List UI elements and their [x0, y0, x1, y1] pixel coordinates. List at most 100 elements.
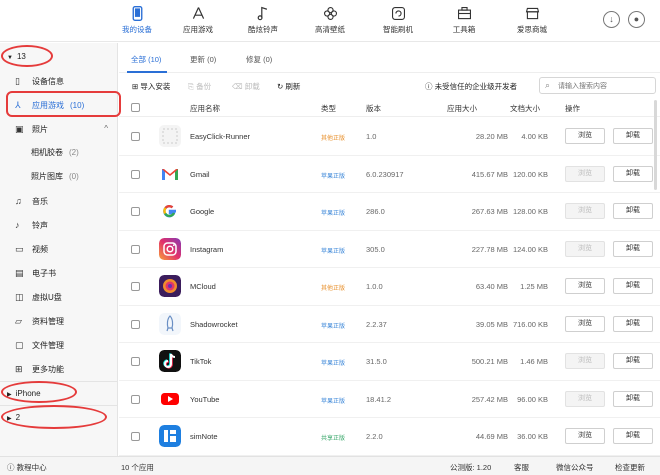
version-label: 公测版: 1.20: [450, 463, 492, 472]
row-checkbox[interactable]: [131, 244, 140, 254]
tutorial-link[interactable]: ⓘ 教程中心: [7, 462, 47, 473]
sidebar-item-data-mgmt[interactable]: ▱ 资料管理: [0, 309, 118, 333]
tabs: 全部 (10) 更新 (0) 修复 (0): [119, 43, 660, 73]
check-update-link[interactable]: 检查更新: [615, 462, 645, 473]
uninstall-button[interactable]: 卸载: [613, 128, 653, 144]
nav-apps[interactable]: 应用游戏: [168, 5, 228, 35]
sidebar-item-photos[interactable]: ▣ 照片 ^: [0, 117, 118, 141]
scrollbar[interactable]: [654, 100, 657, 190]
uninstall-button[interactable]: 卸载: [613, 165, 653, 182]
uninstall-button[interactable]: 卸载: [613, 428, 653, 444]
sidebar-item-camera-roll[interactable]: 相机胶卷 (2): [0, 141, 118, 165]
browse-button[interactable]: 浏览: [565, 315, 605, 332]
row-checkbox[interactable]: [131, 169, 140, 179]
row-checkbox[interactable]: [131, 319, 140, 329]
sidebar-item-music[interactable]: ♫ 音乐: [0, 189, 118, 213]
wechat-link[interactable]: 微信公众号: [556, 462, 594, 473]
table-row[interactable]: simNote 共享正版 2.2.0 44.69 MB 36.00 KB 浏览 卸载: [119, 418, 660, 456]
row-checkbox[interactable]: [131, 207, 140, 216]
app-version: 2.2.0: [366, 432, 383, 441]
untrusted-dev-link[interactable]: ⓘ 未受信任的企业级开发者: [425, 81, 517, 92]
sidebar-item-video[interactable]: ▭ 视频: [0, 237, 118, 261]
search-box[interactable]: ⌕: [539, 77, 656, 94]
col-app-size[interactable]: 应用大小: [447, 103, 477, 114]
device-second[interactable]: ▶ 2: [0, 405, 118, 429]
table-row[interactable]: EasyClick-Runner 其他正版 1.0 28.20 MB 4.00 KB 浏览…: [119, 118, 660, 156]
sidebar-item-udisk[interactable]: ◫ 虚拟U盘: [0, 285, 118, 309]
uninstall-all-button[interactable]: ⌫ 卸载: [232, 81, 260, 92]
uninstall-button[interactable]: 卸载: [613, 353, 653, 369]
browse-button[interactable]: 浏览: [565, 278, 605, 294]
uninstall-button[interactable]: 卸载: [613, 240, 653, 257]
nav-flash[interactable]: 智能刷机: [368, 5, 428, 35]
col-type[interactable]: 类型: [321, 103, 336, 114]
table-row[interactable]: MCloud 其他正版 1.0.0 63.40 MB 1.25 MB 浏览 卸载: [119, 268, 660, 306]
app-name: TikTok: [190, 357, 212, 366]
nav-ringtones[interactable]: 酷炫铃声: [233, 5, 293, 35]
search-input[interactable]: [558, 80, 652, 92]
download-icon[interactable]: ↓: [603, 11, 620, 28]
backup-button[interactable]: ⎘ 备份: [188, 81, 211, 92]
table-row[interactable]: Shadowrocket 苹果正版 2.2.37 39.05 MB 716.00 KB 浏…: [119, 306, 660, 343]
nav-label: 我的设备: [122, 25, 152, 34]
row-checkbox[interactable]: [131, 357, 140, 366]
nav-wallpapers[interactable]: 高清壁纸: [300, 5, 360, 35]
browse-button[interactable]: 浏览: [565, 240, 605, 257]
sidebar-item-ebooks[interactable]: ▤ 电子书: [0, 261, 118, 285]
nav-toolbox[interactable]: 工具箱: [434, 5, 494, 35]
app-type-badge: 共享正版: [321, 436, 346, 442]
device-iphone[interactable]: ▶ iPhone: [0, 381, 118, 405]
row-checkbox[interactable]: [131, 132, 140, 141]
sidebar: ▼ 13 ▯ 设备信息 ⅄ 应用游戏 (10) ▣ 照片 ^ 相机胶卷 (2) 照片图库 (0…: [0, 43, 118, 456]
tab-all[interactable]: 全部 (10): [131, 54, 161, 65]
uninstall-button[interactable]: 卸载: [613, 278, 653, 294]
sidebar-item-apps[interactable]: ⅄ 应用游戏 (10): [0, 93, 118, 117]
import-button[interactable]: ⊞ 导入安装: [132, 81, 170, 92]
nav-store[interactable]: 爱思商城: [502, 5, 562, 35]
uninstall-button[interactable]: 卸载: [613, 203, 653, 219]
table-row[interactable]: Instagram 苹果正版 305.0 227.78 MB 124.00 KB 浏览 卸载: [119, 231, 660, 268]
col-name[interactable]: 应用名称: [190, 103, 220, 114]
app-store-icon: [192, 7, 204, 19]
row-checkbox[interactable]: [131, 394, 140, 404]
table-row[interactable]: TikTok 苹果正版 31.5.0 500.21 MB 1.46 MB 浏览 卸载: [119, 343, 660, 381]
sidebar-item-device-info[interactable]: ▯ 设备信息: [0, 69, 118, 93]
app-size: 267.63 MB: [471, 207, 508, 216]
service-link[interactable]: 客服: [514, 462, 529, 473]
row-checkbox[interactable]: [131, 432, 140, 441]
app-type-badge: 苹果正版: [321, 173, 346, 180]
uninstall-button[interactable]: 卸载: [613, 315, 653, 332]
user-icon[interactable]: ●: [628, 11, 645, 28]
doc-size: 36.00 KB: [517, 432, 548, 441]
refresh-button[interactable]: ↻ 刷新: [277, 81, 300, 92]
browse-button[interactable]: 浏览: [565, 428, 605, 444]
browse-button[interactable]: 浏览: [565, 390, 605, 407]
app-version: 31.5.0: [366, 357, 387, 366]
sidebar-item-ringtones[interactable]: ♪ 铃声: [0, 213, 118, 237]
sidebar-item-file-mgmt[interactable]: ▢ 文件管理: [0, 333, 118, 357]
select-all-checkbox[interactable]: [131, 103, 140, 112]
app-size: 39.05 MB: [475, 319, 508, 329]
bell-icon: ♪: [15, 220, 20, 230]
browse-button[interactable]: 浏览: [565, 203, 605, 219]
browse-button[interactable]: 浏览: [565, 353, 605, 369]
table-row[interactable]: Gmail 苹果正版 6.0.230917 415.67 MB 120.00 KB 浏览卸…: [119, 156, 660, 193]
col-version[interactable]: 版本: [366, 103, 381, 114]
tab-updates[interactable]: 更新 (0): [190, 54, 216, 65]
sidebar-item-more[interactable]: ⊞ 更多功能: [0, 357, 118, 381]
app-size: 257.42 MB: [471, 394, 508, 404]
collapse-triangle-icon: ▼: [7, 55, 13, 61]
device-icon: [132, 6, 142, 21]
browse-button[interactable]: 浏览: [565, 165, 605, 182]
row-checkbox[interactable]: [131, 282, 140, 291]
device-header[interactable]: ▼ 13: [0, 45, 118, 69]
nav-my-device[interactable]: 我的设备: [107, 5, 167, 35]
col-doc-size[interactable]: 文档大小: [510, 103, 540, 114]
table-row[interactable]: YouTube 苹果正版 18.41.2 257.42 MB 96.00 KB 浏览 卸载: [119, 381, 660, 418]
table-row[interactable]: Google 苹果正版 286.0 267.63 MB 128.00 KB 浏览 卸载: [119, 193, 660, 231]
browse-button[interactable]: 浏览: [565, 128, 605, 144]
sidebar-item-photo-library[interactable]: 照片图库 (0): [0, 165, 118, 189]
file-icon: ▢: [15, 340, 24, 350]
uninstall-button[interactable]: 卸载: [613, 390, 653, 407]
tab-repair[interactable]: 修复 (0): [246, 54, 272, 65]
